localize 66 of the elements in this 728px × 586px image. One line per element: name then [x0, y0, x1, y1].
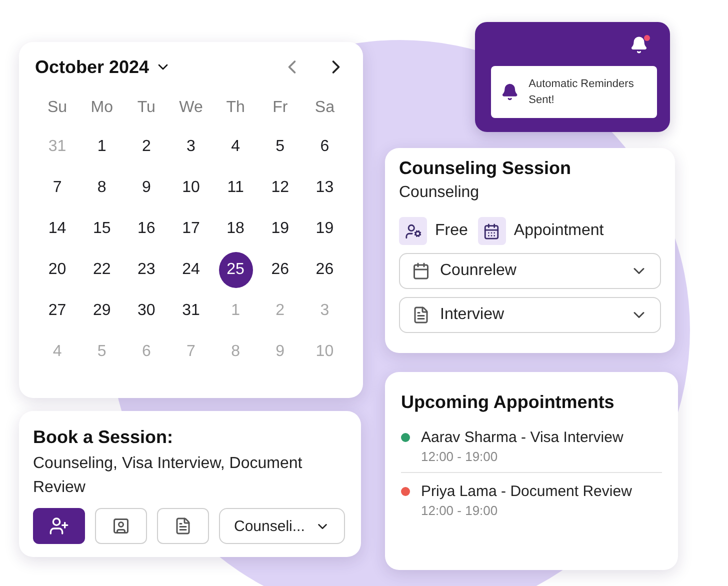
action-button[interactable] [157, 508, 209, 544]
bell-icon[interactable] [630, 36, 648, 54]
document-icon [412, 306, 430, 324]
calendar-day[interactable]: 20 [40, 252, 74, 288]
calendar-day[interactable]: 14 [40, 211, 74, 247]
calendar-day[interactable]: 5 [263, 129, 298, 165]
session-subtitle: Counseling [399, 183, 480, 203]
weekday-label: Th [226, 98, 245, 118]
calendar-day[interactable]: 19 [263, 211, 298, 247]
calendar-day[interactable]: 11 [218, 170, 253, 206]
action-button[interactable] [95, 508, 147, 544]
calendar-day[interactable]: 2 [129, 129, 164, 165]
select-field[interactable]: Interview [399, 297, 661, 333]
calendar-day[interactable]: 3 [174, 129, 208, 165]
month-selector[interactable]: October 2024 [35, 56, 172, 78]
action-button[interactable] [33, 508, 85, 544]
calendar-day[interactable]: 4 [218, 129, 253, 165]
add-user-icon [49, 516, 69, 536]
appointment-title: Priya Lama - Document Review [421, 483, 633, 500]
tag-label: Free [435, 222, 468, 240]
contact-card-icon [112, 517, 130, 535]
calendar-day[interactable]: 29 [84, 293, 119, 329]
calendar-day[interactable]: 8 [84, 170, 119, 206]
calendar-day[interactable]: 7 [40, 170, 74, 206]
calendar-day[interactable]: 1 [84, 129, 119, 165]
calendar-icon [483, 222, 500, 240]
calendar-day[interactable]: 12 [263, 170, 298, 206]
weekday-label: Sa [314, 98, 334, 118]
document-icon [174, 517, 192, 535]
calendar-day[interactable]: 30 [129, 293, 164, 329]
calendar-day[interactable]: 24 [174, 252, 208, 288]
tag-label: Appointment [514, 222, 604, 240]
session-dropdown[interactable]: Counseli... [219, 508, 345, 544]
calendar-day[interactable]: 26 [263, 252, 298, 288]
card-title: Upcoming Appointments [401, 392, 616, 413]
weekday-label: We [179, 98, 203, 118]
calendar-day[interactable]: 18 [218, 211, 253, 247]
session-types: Counseling, Visa Interview, Document Review [33, 454, 304, 498]
notification-message: Automatic Reminders Sent! [528, 77, 635, 108]
calendar-day[interactable]: 22 [84, 252, 119, 288]
card-title: Book a Session: [33, 427, 174, 448]
weekday-label: Tu [137, 98, 156, 118]
card-title: Counseling Session [399, 158, 572, 179]
weekday-label: Fr [272, 98, 288, 118]
calendar-day[interactable]: 23 [129, 252, 164, 288]
calendar-day[interactable]: 17 [174, 211, 208, 247]
calendar-day[interactable]: 13 [308, 170, 342, 206]
calendar-day[interactable]: 19 [308, 211, 342, 247]
user-settings-icon [404, 222, 422, 240]
weekday-label: Mo [90, 98, 113, 118]
calendar-day[interactable]: 31 [174, 293, 208, 329]
select-field[interactable]: Counrelew [399, 253, 661, 289]
weekday-label: Su [47, 98, 68, 118]
calendar-day[interactable]: 16 [129, 211, 164, 247]
appointment-title: Aarav Sharma - Visa Interview [421, 429, 624, 446]
calendar-day[interactable]: 27 [40, 293, 74, 329]
calendar-day[interactable]: 26 [308, 252, 342, 288]
calendar-day[interactable]: 25 [218, 252, 253, 288]
calendar-day[interactable]: 6 [308, 129, 342, 165]
calendar-icon [412, 262, 430, 280]
calendar-day[interactable]: 15 [84, 211, 119, 247]
calendar-day[interactable]: 9 [129, 170, 164, 206]
appointment-time: 12:00 - 19:00 [421, 503, 499, 518]
bell-icon [501, 82, 519, 102]
calendar-day[interactable]: 10 [174, 170, 208, 206]
appointment-time: 12:00 - 19:00 [421, 449, 499, 464]
